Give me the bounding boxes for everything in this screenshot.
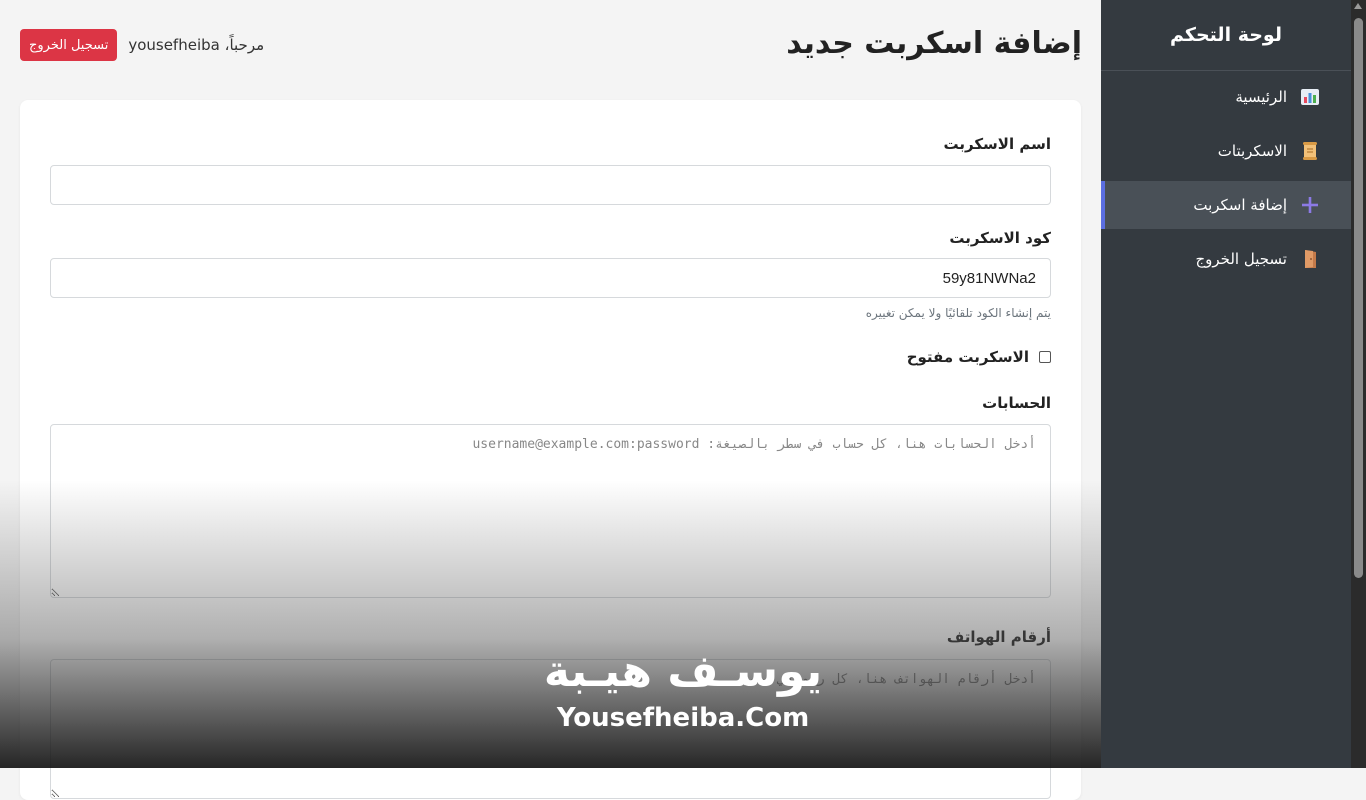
sidebar-item-logout[interactable]: تسجيل الخروج — [1101, 235, 1351, 283]
sidebar-item-label: الرئيسية — [1235, 88, 1287, 106]
page-title: إضافة اسكربت جديد — [786, 26, 1082, 61]
script-open-checkbox[interactable] — [1039, 351, 1051, 363]
script-open-label: الاسكربت مفتوح — [906, 348, 1029, 366]
script-open-row[interactable]: الاسكربت مفتوح — [907, 348, 1051, 366]
accounts-textarea[interactable] — [50, 424, 1051, 598]
sidebar-item-scripts[interactable]: الاسكربتات — [1101, 127, 1351, 175]
logout-button[interactable]: تسجيل الخروج — [20, 29, 118, 61]
sidebar-nav: الرئيسية الاسكربتات إضافة اسكربت تسجيل ا… — [1101, 73, 1351, 283]
door-icon — [1299, 248, 1321, 270]
sidebar-item-add-script[interactable]: إضافة اسكربت — [1101, 181, 1351, 229]
accounts-label: الحسابات — [982, 394, 1051, 412]
plus-icon — [1299, 194, 1321, 216]
welcome-text: مرحباً، yousefheiba — [128, 36, 265, 54]
scroll-icon — [1299, 140, 1321, 162]
sidebar-item-label: الاسكربتات — [1217, 142, 1287, 160]
chart-icon — [1299, 86, 1321, 108]
scroll-up-arrow-icon[interactable] — [1354, 3, 1362, 9]
sidebar-item-label: تسجيل الخروج — [1195, 250, 1287, 268]
script-code-help: يتم إنشاء الكود تلقائيًا ولا يمكن تغييره — [865, 306, 1051, 320]
sidebar-title: لوحة التحكم — [1101, 0, 1351, 71]
script-code-input[interactable] — [50, 258, 1051, 298]
script-code-label: كود الاسكربت — [949, 229, 1051, 247]
header-user-area: تسجيل الخروج مرحباً، yousefheiba — [20, 29, 264, 61]
sidebar-item-label: إضافة اسكربت — [1193, 196, 1287, 214]
phones-textarea[interactable] — [50, 659, 1051, 799]
sidebar: لوحة التحكم الرئيسية الاسكربتات إضافة اس… — [1101, 0, 1351, 768]
script-name-input[interactable] — [50, 165, 1051, 205]
form-card: اسم الاسكربت كود الاسكربت يتم إنشاء الكو… — [20, 100, 1081, 800]
scroll-thumb[interactable] — [1354, 18, 1363, 578]
sidebar-item-home[interactable]: الرئيسية — [1101, 73, 1351, 121]
phones-label: أرقام الهواتف — [946, 628, 1051, 646]
script-name-label: اسم الاسكربت — [943, 135, 1051, 153]
page-scrollbar[interactable] — [1351, 0, 1366, 768]
